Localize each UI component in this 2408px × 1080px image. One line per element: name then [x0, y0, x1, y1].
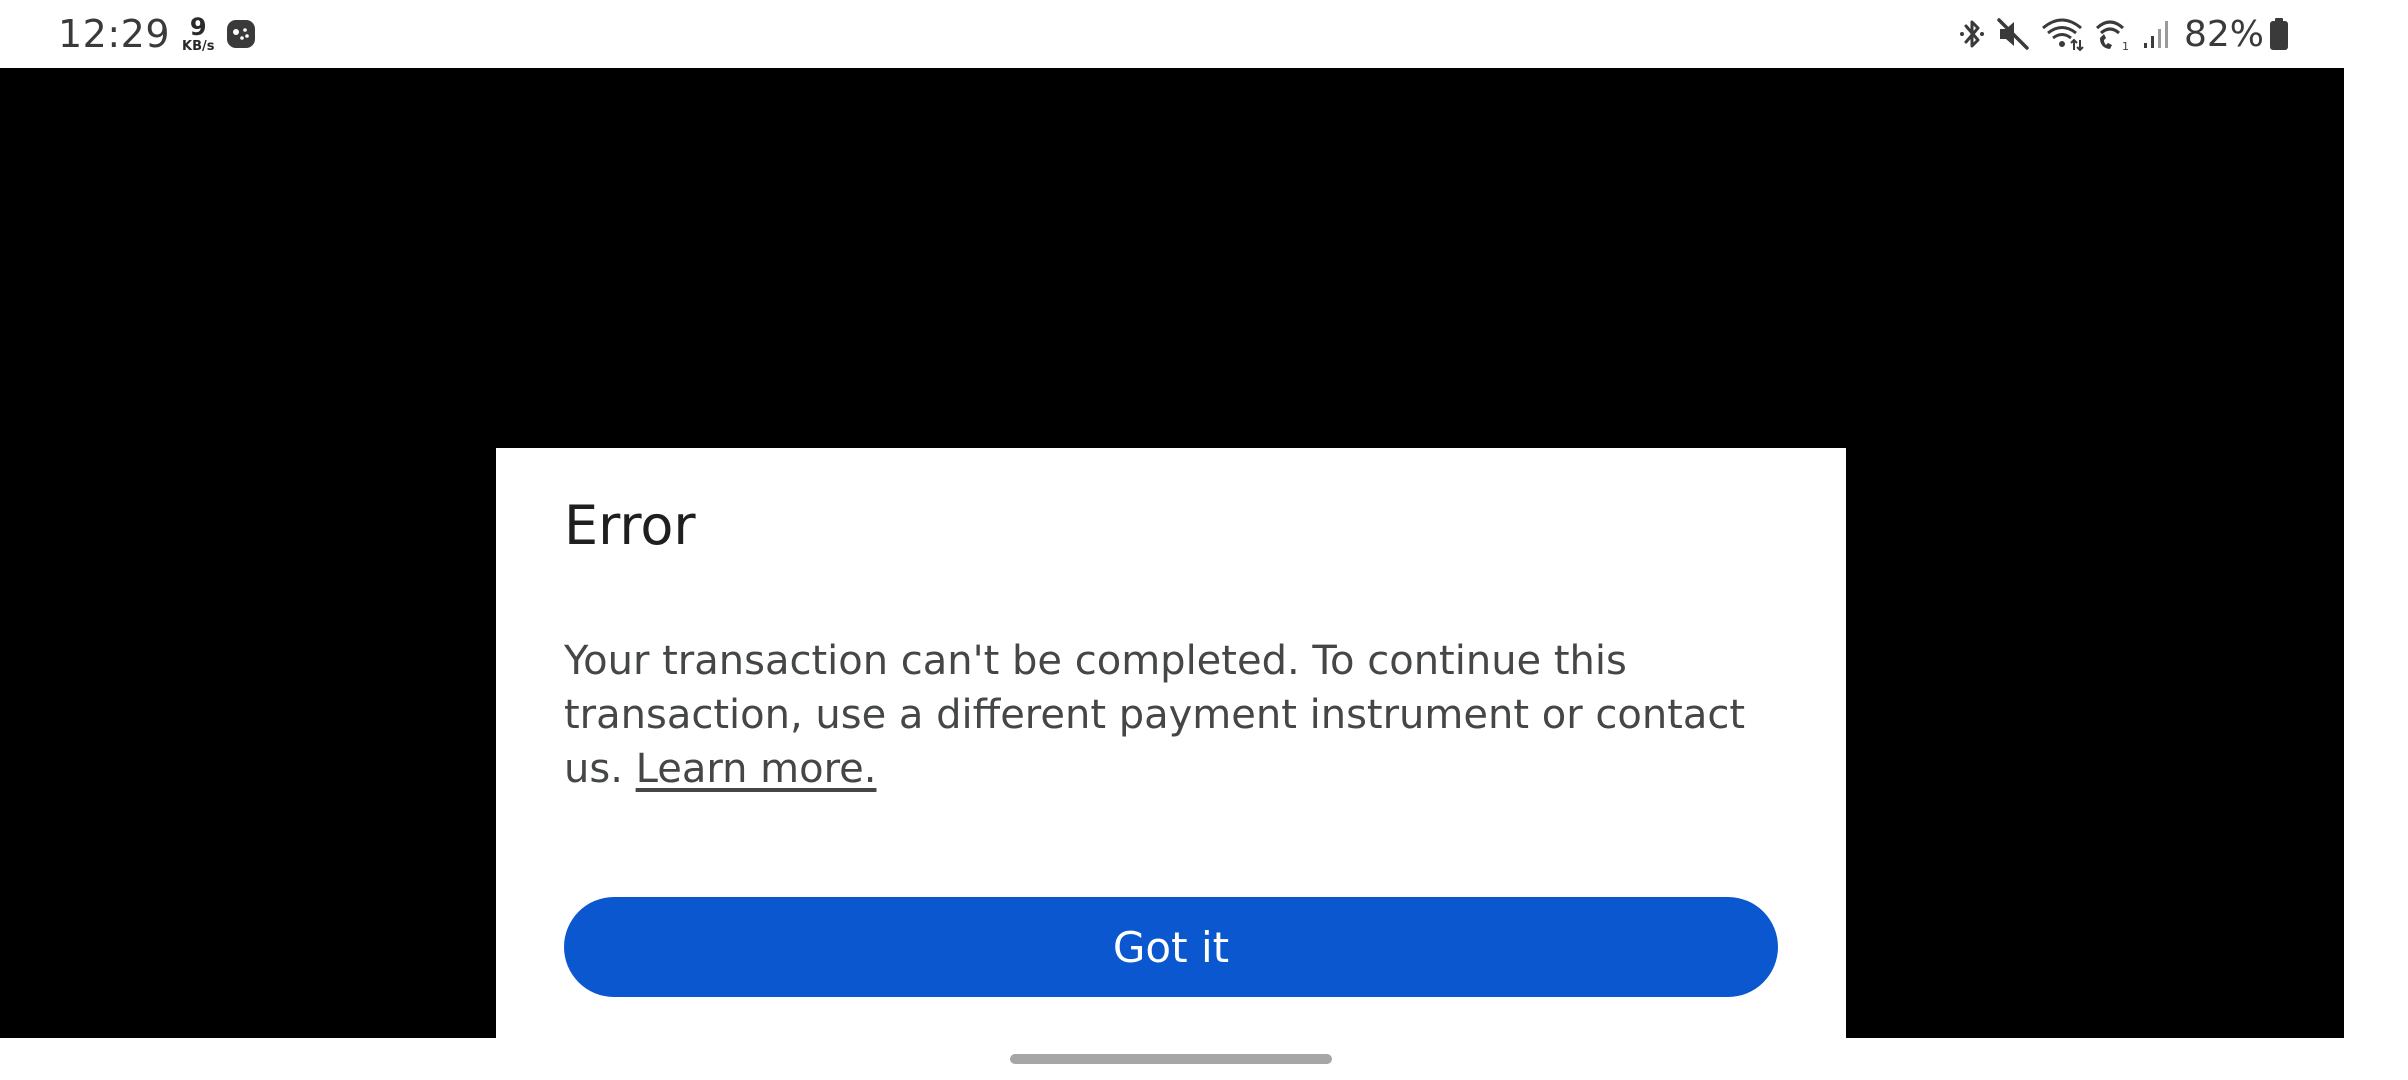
- dialog-title: Error: [564, 494, 696, 557]
- navigation-bar: [0, 1038, 2344, 1080]
- learn-more-link[interactable]: Learn more.: [636, 746, 877, 792]
- status-clock: 12:29: [58, 12, 171, 56]
- error-dialog: Error Your transaction can't be complete…: [496, 448, 1846, 1038]
- wifi-icon: [2042, 18, 2084, 52]
- network-speed-unit: KB/s: [182, 39, 215, 54]
- home-gesture-handle[interactable]: [1010, 1054, 1332, 1064]
- game-launcher-icon: [227, 20, 256, 48]
- wifi-calling-icon: 1: [2095, 20, 2129, 52]
- dialog-message-container: Your transaction can't be completed. To …: [564, 634, 1764, 796]
- screen: 12:29 9 KB/s 1 82% Error Your transactio…: [0, 0, 2408, 1080]
- status-right: 1 82%: [1948, 0, 2290, 68]
- status-bar: 12:29 9 KB/s 1 82%: [0, 0, 2344, 68]
- svg-text:1: 1: [2122, 40, 2129, 52]
- network-speed-value: 9: [189, 13, 207, 41]
- battery-icon: [2270, 18, 2288, 50]
- status-left: 12:29 9 KB/s: [58, 0, 256, 68]
- mute-icon: [1997, 18, 2029, 50]
- signal-icon: [2143, 21, 2168, 48]
- got-it-button[interactable]: Got it: [564, 897, 1778, 997]
- battery-percent: 82%: [2183, 13, 2264, 55]
- network-speed: 9 KB/s: [182, 15, 214, 53]
- bluetooth-icon: [1959, 20, 1984, 48]
